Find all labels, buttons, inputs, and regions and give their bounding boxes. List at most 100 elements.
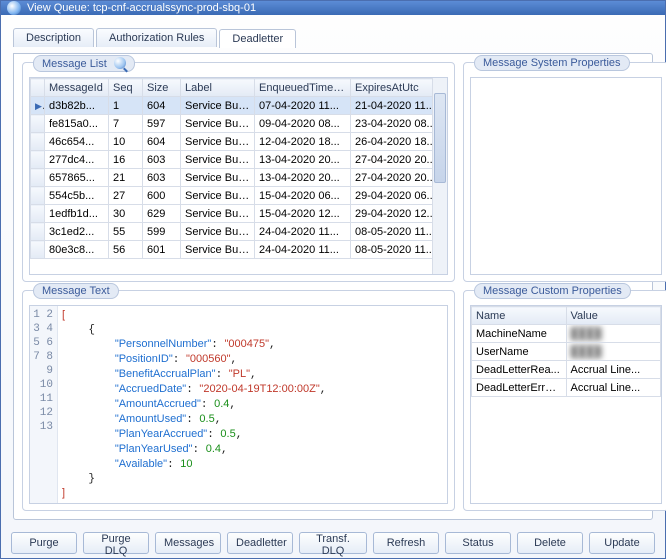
cell[interactable]: 16 (109, 151, 143, 169)
cell[interactable]: 603 (143, 151, 181, 169)
cell[interactable]: 604 (143, 133, 181, 151)
cell[interactable]: 10 (109, 133, 143, 151)
cell[interactable]: 24-04-2020 11... (255, 223, 351, 241)
custom-properties-body: NameValueMachineName████UserName████Dead… (470, 305, 662, 504)
cell[interactable]: 603 (143, 169, 181, 187)
column-header[interactable]: Seq (109, 79, 143, 97)
row-header[interactable] (31, 133, 45, 151)
cell: Accrual Line... (566, 361, 661, 379)
cell[interactable]: 629 (143, 205, 181, 223)
column-header[interactable]: EnqueuedTimeUtc (255, 79, 351, 97)
cell[interactable]: 15-04-2020 06... (255, 187, 351, 205)
table-row[interactable]: 554c5b...27600Service Bus...15-04-2020 0… (31, 187, 447, 205)
cell[interactable]: Service Bus... (181, 169, 255, 187)
editor-code[interactable]: [ { "PersonnelNumber": "000475", "Positi… (58, 306, 447, 503)
cell: DeadLetterRea... (472, 361, 567, 379)
cell[interactable]: Service Bus... (181, 223, 255, 241)
cell[interactable]: 07-04-2020 11... (255, 97, 351, 115)
cell[interactable]: 554c5b... (45, 187, 109, 205)
table-row[interactable]: 277dc4...16603Service Bus...13-04-2020 2… (31, 151, 447, 169)
table-row[interactable]: fe815a0...7597Service Bus...09-04-2020 0… (31, 115, 447, 133)
column-header[interactable]: Name (472, 307, 567, 325)
cell[interactable]: Service Bus... (181, 97, 255, 115)
tab-description[interactable]: Description (13, 28, 94, 47)
row-header[interactable] (31, 223, 45, 241)
tab-deadletter[interactable]: Deadletter (219, 29, 296, 48)
cell[interactable]: 09-04-2020 08... (255, 115, 351, 133)
column-header[interactable]: Label (181, 79, 255, 97)
purge-button[interactable]: Purge (11, 532, 77, 554)
cell[interactable]: 13-04-2020 20... (255, 169, 351, 187)
purge-dlq-button[interactable]: Purge DLQ (83, 532, 149, 554)
table-row[interactable]: 657865...21603Service Bus...13-04-2020 2… (31, 169, 447, 187)
table-row[interactable]: DeadLetterError...Accrual Line... (472, 379, 661, 397)
row-header[interactable] (31, 205, 45, 223)
row-header[interactable] (31, 115, 45, 133)
table-row[interactable]: MachineName████ (472, 325, 661, 343)
cell[interactable]: 7 (109, 115, 143, 133)
cell[interactable]: 55 (109, 223, 143, 241)
cell[interactable]: d3b82b... (45, 97, 109, 115)
row-header[interactable] (31, 97, 45, 115)
message-text-editor[interactable]: 1 2 3 4 5 6 7 8 9 10 11 12 13 [ { "Perso… (29, 305, 448, 504)
table-row[interactable]: DeadLetterRea...Accrual Line... (472, 361, 661, 379)
cell[interactable]: 46c654... (45, 133, 109, 151)
cell[interactable]: Service Bus... (181, 187, 255, 205)
cell[interactable]: Service Bus... (181, 133, 255, 151)
cell[interactable]: 601 (143, 241, 181, 259)
row-header[interactable] (31, 169, 45, 187)
cell[interactable]: fe815a0... (45, 115, 109, 133)
table-row[interactable]: 1edfb1d...30629Service Bus...15-04-2020 … (31, 205, 447, 223)
cell[interactable]: 604 (143, 97, 181, 115)
column-header[interactable]: MessageId (45, 79, 109, 97)
cell[interactable]: 80e3c8... (45, 241, 109, 259)
cell[interactable]: 24-04-2020 11... (255, 241, 351, 259)
cell[interactable]: 21 (109, 169, 143, 187)
cell[interactable]: 597 (143, 115, 181, 133)
cell[interactable]: 600 (143, 187, 181, 205)
message-list-grid[interactable]: MessageIdSeqSizeLabelEnqueuedTimeUtcExpi… (29, 77, 448, 275)
table-row[interactable]: 3c1ed2...55599Service Bus...24-04-2020 1… (31, 223, 447, 241)
cell[interactable]: 13-04-2020 20... (255, 151, 351, 169)
deadletter-button[interactable]: Deadletter (227, 532, 293, 554)
cell[interactable]: Service Bus... (181, 115, 255, 133)
table-row[interactable]: d3b82b...1604Service Bus...07-04-2020 11… (31, 97, 447, 115)
table-row[interactable]: UserName████ (472, 343, 661, 361)
message-list-scrollbar[interactable] (432, 78, 447, 274)
tab-panel-deadletter: Message List MessageIdSeqSizeLabelEnqueu… (13, 53, 653, 520)
cell[interactable]: Service Bus... (181, 241, 255, 259)
delete-button[interactable]: Delete (517, 532, 583, 554)
refresh-button[interactable]: Refresh (373, 532, 439, 554)
editor-gutter: 1 2 3 4 5 6 7 8 9 10 11 12 13 (30, 306, 58, 503)
titlebar[interactable]: View Queue: tcp-cnf-accrualssync-prod-sb… (1, 1, 665, 15)
cell[interactable]: 3c1ed2... (45, 223, 109, 241)
cell[interactable]: 30 (109, 205, 143, 223)
cell[interactable]: Service Bus... (181, 205, 255, 223)
cell[interactable]: 56 (109, 241, 143, 259)
tab-authorization-rules[interactable]: Authorization Rules (96, 28, 217, 47)
row-header[interactable] (31, 241, 45, 259)
search-icon[interactable] (114, 57, 126, 69)
row-header[interactable] (31, 187, 45, 205)
row-header[interactable] (31, 151, 45, 169)
cell[interactable]: Service Bus... (181, 151, 255, 169)
cell[interactable]: 15-04-2020 12... (255, 205, 351, 223)
cell[interactable]: 12-04-2020 18... (255, 133, 351, 151)
table-row[interactable]: 80e3c8...56601Service Bus...24-04-2020 1… (31, 241, 447, 259)
message-list-table[interactable]: MessageIdSeqSizeLabelEnqueuedTimeUtcExpi… (30, 78, 447, 259)
cell[interactable]: 657865... (45, 169, 109, 187)
cell[interactable]: 277dc4... (45, 151, 109, 169)
status-button[interactable]: Status (445, 532, 511, 554)
messages-button[interactable]: Messages (155, 532, 221, 554)
cell[interactable]: 1edfb1d... (45, 205, 109, 223)
custom-properties-table[interactable]: NameValueMachineName████UserName████Dead… (471, 306, 661, 397)
update-button[interactable]: Update (589, 532, 655, 554)
scrollbar-thumb[interactable] (434, 93, 446, 183)
transf-dlq-button[interactable]: Transf. DLQ (299, 532, 367, 554)
column-header[interactable]: Value (566, 307, 661, 325)
cell[interactable]: 1 (109, 97, 143, 115)
cell[interactable]: 27 (109, 187, 143, 205)
cell[interactable]: 599 (143, 223, 181, 241)
table-row[interactable]: 46c654...10604Service Bus...12-04-2020 1… (31, 133, 447, 151)
column-header[interactable]: Size (143, 79, 181, 97)
